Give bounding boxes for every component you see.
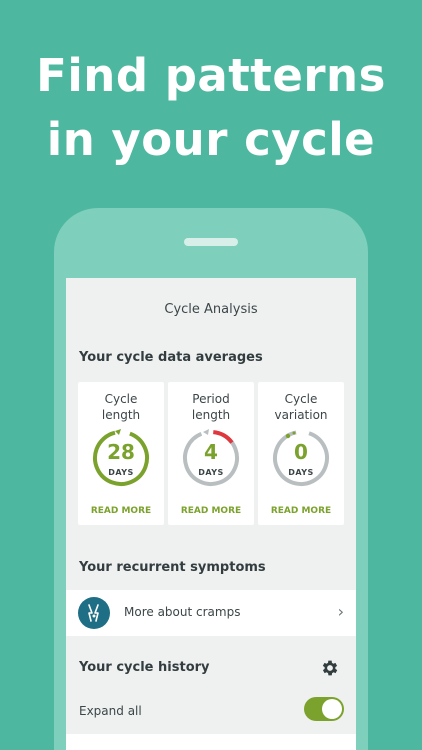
chevron-right-icon: › bbox=[337, 602, 344, 621]
cramps-row[interactable]: More about cramps › bbox=[66, 590, 356, 636]
cycle-variation-label-line2: variation bbox=[274, 408, 328, 422]
phone-frame: Cycle Analysis Your cycle data averages … bbox=[54, 208, 368, 750]
cycle-variation-unit: DAYS bbox=[288, 468, 314, 477]
period-length-unit: DAYS bbox=[198, 468, 224, 477]
cramps-row-label: More about cramps bbox=[124, 605, 241, 619]
cycle-variation-read-more[interactable]: READ MORE bbox=[258, 506, 344, 516]
cycle-length-value: 28 bbox=[107, 440, 135, 464]
cycle-length-label-line1: Cycle bbox=[104, 392, 138, 406]
cycle-variation-label-line1: Cycle bbox=[284, 392, 318, 406]
expand-all-toggle[interactable] bbox=[304, 697, 344, 721]
cycle-variation-card[interactable]: Cycle variation 0 DAYS READ MORE bbox=[258, 382, 344, 525]
gear-icon[interactable] bbox=[320, 658, 340, 678]
period-length-card[interactable]: Period length 4 DAYS READ MORE bbox=[168, 382, 254, 525]
screen-title: Cycle Analysis bbox=[164, 302, 258, 317]
averages-cards: Cycle length 28 DAYS READ MORE Period le… bbox=[78, 382, 344, 525]
period-length-label-line1: Period bbox=[192, 392, 230, 406]
cycle-length-label: Cycle length bbox=[78, 391, 164, 423]
phone-speaker bbox=[184, 238, 238, 246]
cycle-variation-value: 0 bbox=[294, 440, 308, 464]
headline-line-2: in your cycle bbox=[46, 113, 376, 166]
cycle-length-unit: DAYS bbox=[108, 468, 134, 477]
period-length-label-line2: length bbox=[191, 408, 231, 422]
cycle-variation-label: Cycle variation bbox=[258, 391, 344, 423]
period-length-value: 4 bbox=[204, 440, 218, 464]
averages-title: Your cycle data averages bbox=[79, 350, 263, 365]
symptoms-title: Your recurrent symptoms bbox=[79, 560, 266, 575]
cramps-lightning-icon bbox=[78, 597, 110, 629]
toggle-knob bbox=[322, 699, 342, 719]
cycle-length-label-line2: length bbox=[101, 408, 141, 422]
history-list-item[interactable] bbox=[66, 734, 356, 750]
cycle-length-read-more[interactable]: READ MORE bbox=[78, 506, 164, 516]
headline-line-1: Find patterns bbox=[36, 49, 386, 102]
phone-screen: Cycle Analysis Your cycle data averages … bbox=[66, 278, 356, 750]
headline: Find patterns in your cycle bbox=[0, 44, 422, 172]
period-length-label: Period length bbox=[168, 391, 254, 423]
cycle-length-card[interactable]: Cycle length 28 DAYS READ MORE bbox=[78, 382, 164, 525]
period-length-read-more[interactable]: READ MORE bbox=[168, 506, 254, 516]
expand-all-label: Expand all bbox=[79, 704, 142, 718]
history-title: Your cycle history bbox=[79, 660, 210, 675]
